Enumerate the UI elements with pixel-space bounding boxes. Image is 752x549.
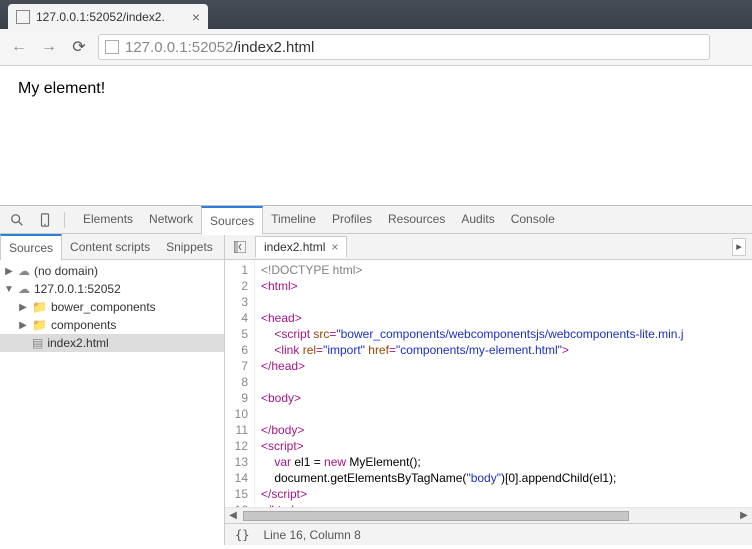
line-gutter: 12345678910111213141516 xyxy=(225,260,255,507)
sources-subtab-content-scripts[interactable]: Content scripts xyxy=(62,235,158,259)
editor-statusbar: {} Line 16, Column 8 xyxy=(225,523,752,545)
tree-node-components[interactable]: ▶ 📁 components xyxy=(0,316,224,334)
toggle-navigator-icon[interactable] xyxy=(231,238,249,256)
scroll-left-icon[interactable]: ◀ xyxy=(225,510,241,521)
tree-node--no-domain-[interactable]: ▶ ☁ (no domain) xyxy=(0,262,224,280)
reload-button[interactable]: ⟳ xyxy=(68,36,90,58)
file-icon: ▤ xyxy=(32,336,43,350)
url-path: /index2.html xyxy=(233,39,314,56)
tree-node-label: 127.0.0.1:52052 xyxy=(34,282,121,296)
devtools-tab-timeline[interactable]: Timeline xyxy=(263,206,324,234)
page-viewport: My element! xyxy=(0,66,752,206)
page-content-text: My element! xyxy=(18,80,105,97)
browser-tabstrip: 127.0.0.1:52052/index2. × xyxy=(0,0,752,29)
page-favicon-icon xyxy=(16,10,30,24)
close-file-icon[interactable]: × xyxy=(331,240,338,254)
navigator-tree[interactable]: ▶ ☁ (no domain) ▼ ☁ 127.0.0.1:52052 ▶ 📁 bower_co… xyxy=(0,260,225,523)
devtools-tab-profiles[interactable]: Profiles xyxy=(324,206,380,234)
devtools-tab-audits[interactable]: Audits xyxy=(453,206,502,234)
search-icon[interactable] xyxy=(8,211,26,229)
address-bar[interactable]: 127.0.0.1:52052/index2.html xyxy=(98,34,710,60)
tree-node-label: index2.html xyxy=(47,336,108,350)
sources-body: ▶ ☁ (no domain) ▼ ☁ 127.0.0.1:52052 ▶ 📁 bower_co… xyxy=(0,260,752,523)
code-area[interactable]: 12345678910111213141516 <!DOCTYPE html><… xyxy=(225,260,752,507)
chevron-down-icon[interactable]: ▼ xyxy=(4,284,14,295)
tree-node-label: (no domain) xyxy=(34,264,98,278)
editor-file-label: index2.html xyxy=(264,240,325,254)
close-tab-icon[interactable]: × xyxy=(192,10,200,24)
folder-icon: 📁 xyxy=(32,300,47,314)
back-button[interactable]: ← xyxy=(8,36,30,58)
more-tabs-icon[interactable]: ▸ xyxy=(732,238,746,256)
scroll-right-icon[interactable]: ▶ xyxy=(736,510,752,521)
code-content[interactable]: <!DOCTYPE html><html> <head> <script src… xyxy=(255,260,752,507)
tree-node-index2-html[interactable]: ▤ index2.html xyxy=(0,334,224,352)
devtools-tab-sources[interactable]: Sources xyxy=(201,206,263,235)
sources-subtab-sources[interactable]: Sources xyxy=(0,234,62,261)
sources-subheader: SourcesContent scriptsSnippets index2.ht… xyxy=(0,234,752,260)
browser-tab[interactable]: 127.0.0.1:52052/index2. × xyxy=(8,4,208,29)
devtools-tab-resources[interactable]: Resources xyxy=(380,206,453,234)
url-host: 127.0.0.1 xyxy=(125,39,188,56)
horizontal-scrollbar[interactable]: ◀ ▶ xyxy=(225,507,752,523)
chevron-right-icon[interactable]: ▶ xyxy=(18,302,28,313)
tab-title: 127.0.0.1:52052/index2. xyxy=(36,10,192,24)
tree-node-label: bower_components xyxy=(51,300,156,314)
chevron-right-icon[interactable]: ▶ xyxy=(18,320,28,331)
cloud-icon: ☁ xyxy=(18,282,30,296)
tree-node-127-0-0-1-52052[interactable]: ▼ ☁ 127.0.0.1:52052 xyxy=(0,280,224,298)
browser-toolbar: ← → ⟳ 127.0.0.1:52052/index2.html xyxy=(0,29,752,66)
scroll-thumb[interactable] xyxy=(243,511,629,521)
sources-subtab-snippets[interactable]: Snippets xyxy=(158,235,221,259)
folder-icon: 📁 xyxy=(32,318,47,332)
devtools-tab-network[interactable]: Network xyxy=(141,206,201,234)
tree-node-bower-components[interactable]: ▶ 📁 bower_components xyxy=(0,298,224,316)
chevron-right-icon[interactable]: ▶ xyxy=(4,266,14,277)
editor-tabbar: index2.html × ▸ xyxy=(225,234,752,259)
pretty-print-icon[interactable]: {} xyxy=(235,528,249,542)
devtools-header: ElementsNetworkSourcesTimelineProfilesRe… xyxy=(0,206,752,234)
site-info-icon[interactable] xyxy=(105,40,119,54)
devtools-tab-elements[interactable]: Elements xyxy=(75,206,141,234)
cloud-icon: ☁ xyxy=(18,264,30,278)
source-editor: 12345678910111213141516 <!DOCTYPE html><… xyxy=(225,260,752,523)
sources-subtabs: SourcesContent scriptsSnippets xyxy=(0,234,225,259)
tree-node-label: components xyxy=(51,318,116,332)
device-mode-icon[interactable] xyxy=(36,211,54,229)
devtools-tab-console[interactable]: Console xyxy=(503,206,563,234)
editor-file-tab[interactable]: index2.html × xyxy=(255,236,347,258)
forward-button[interactable]: → xyxy=(38,36,60,58)
url-text: 127.0.0.1:52052/index2.html xyxy=(125,39,314,56)
cursor-position: Line 16, Column 8 xyxy=(263,528,360,542)
url-port: :52052 xyxy=(188,39,234,56)
scroll-track[interactable] xyxy=(241,509,736,523)
